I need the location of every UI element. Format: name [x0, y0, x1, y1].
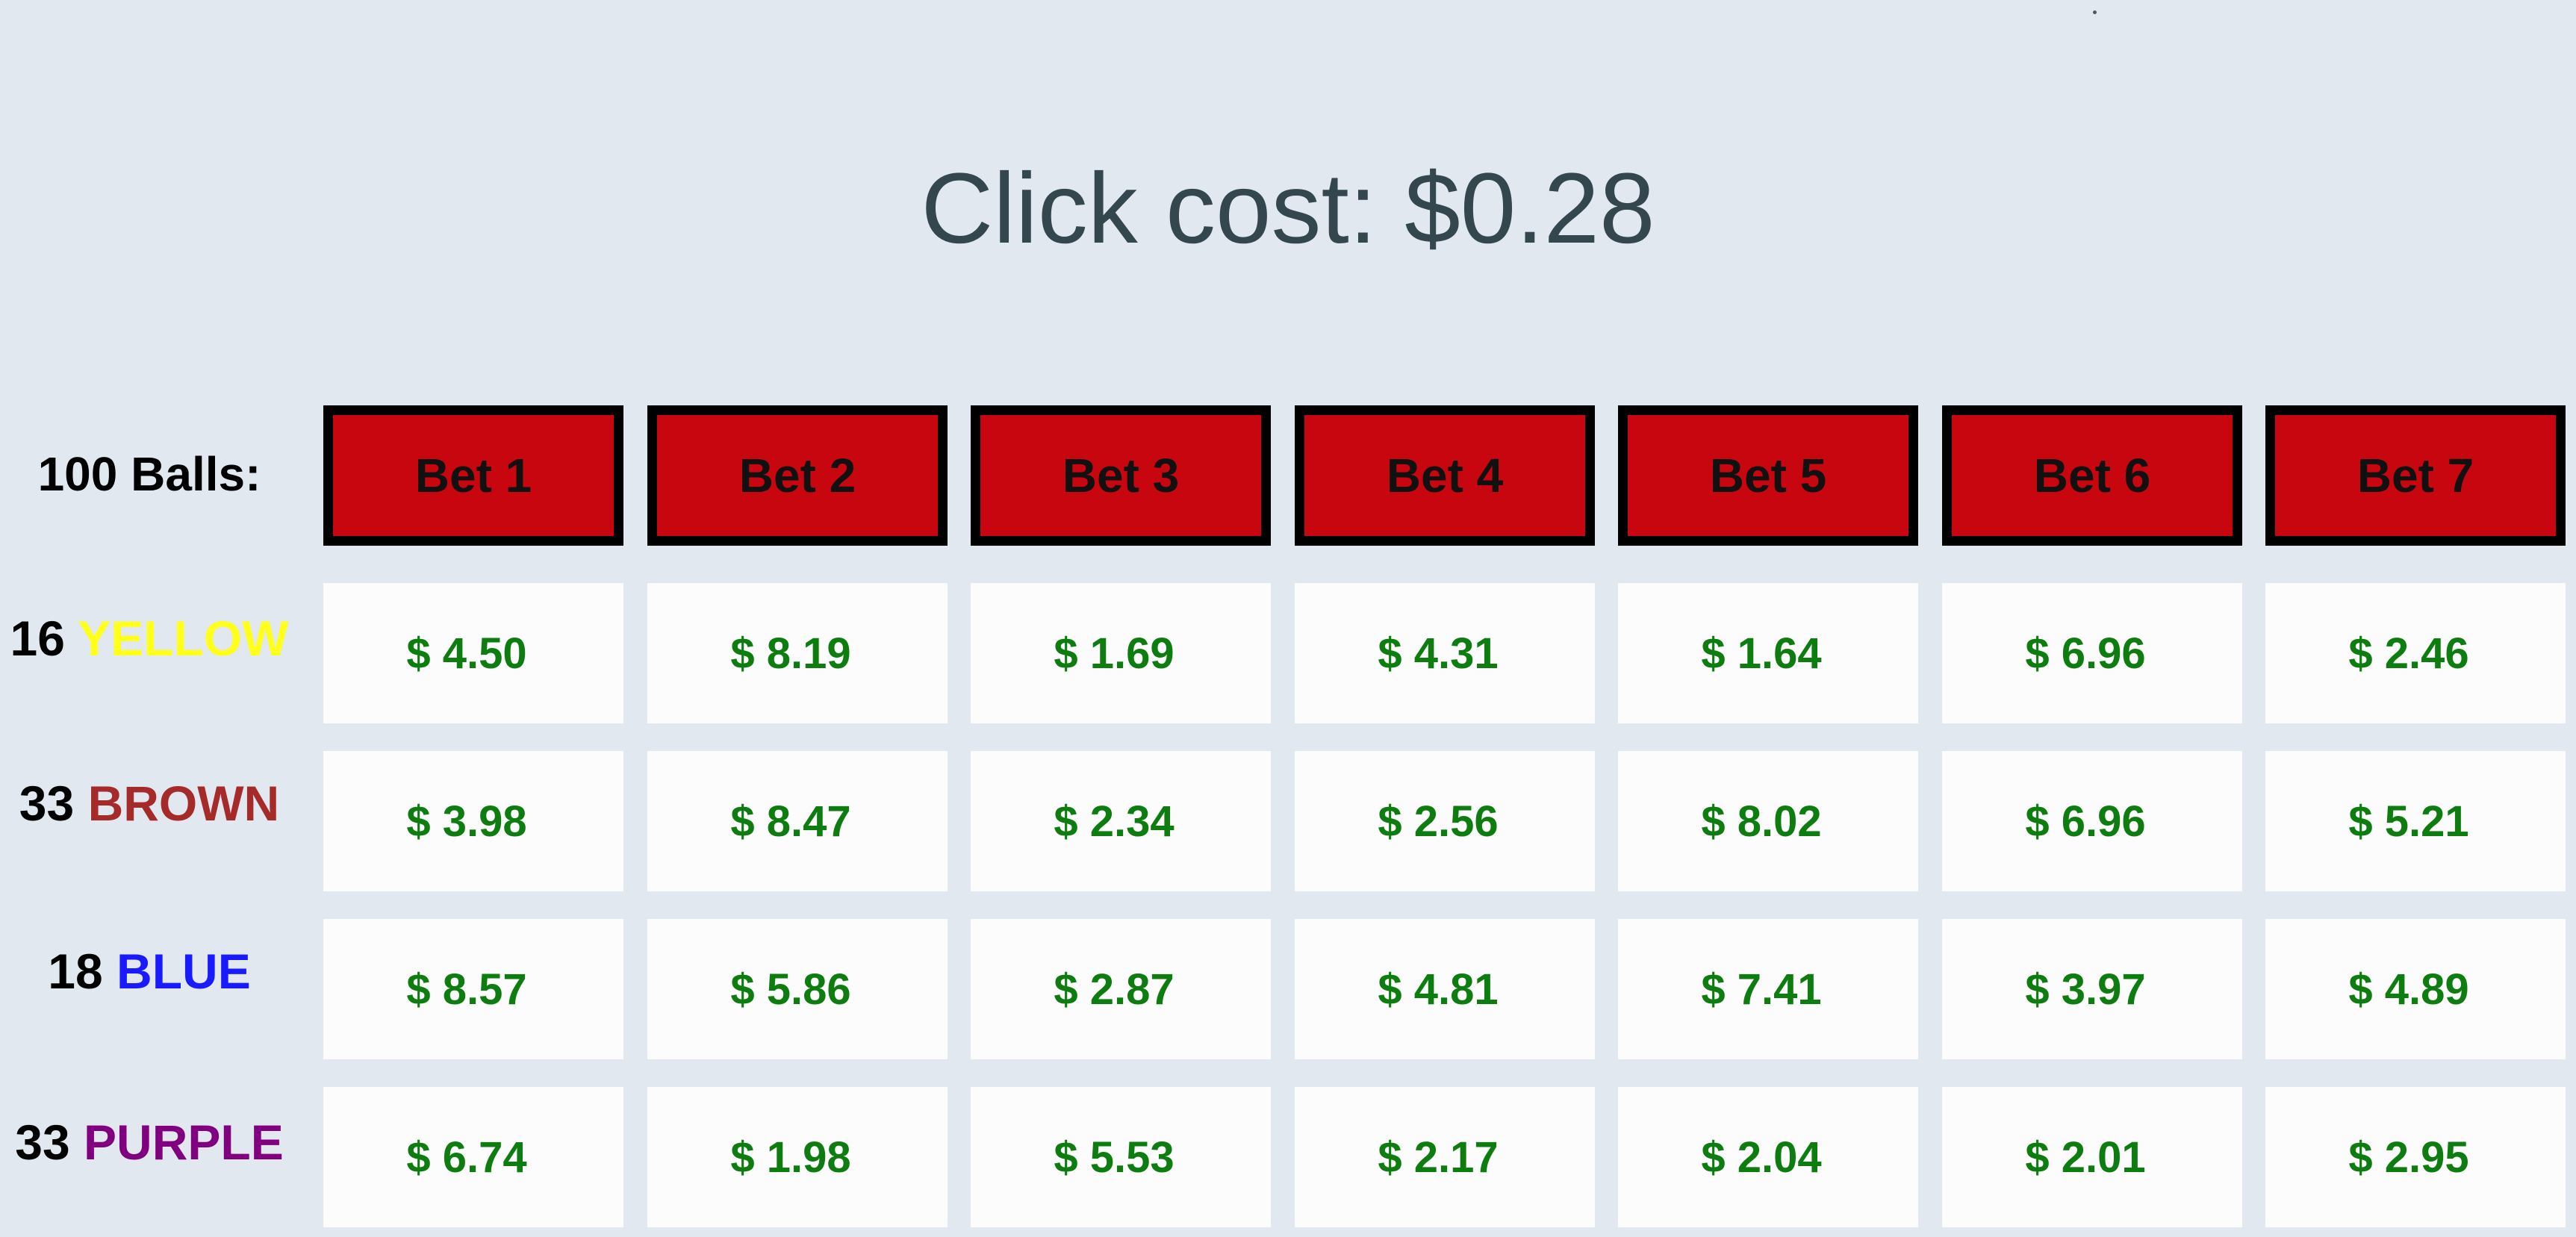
- payout-cell[interactable]: $ 3.98: [323, 751, 623, 891]
- payout-cell[interactable]: $ 2.56: [1295, 751, 1595, 891]
- row-label: 16 YELLOW: [0, 583, 299, 694]
- ball-color-name: BLUE: [116, 944, 251, 999]
- payout-cell[interactable]: $ 4.81: [1295, 919, 1595, 1059]
- payout-cell[interactable]: $ 8.47: [647, 751, 948, 891]
- payout-cell[interactable]: $ 2.87: [971, 919, 1271, 1059]
- ball-row-purple: 33 PURPLE $ 6.74 $ 1.98 $ 5.53 $ 2.17 $ 2.04 $…: [0, 1087, 2576, 1229]
- ball-count: 18: [48, 944, 103, 999]
- payout-cell[interactable]: $ 2.04: [1618, 1087, 1918, 1227]
- bet-6-button[interactable]: Bet 6: [1942, 405, 2242, 546]
- ball-color-name: BROWN: [87, 776, 280, 831]
- payout-cell[interactable]: $ 7.41: [1618, 919, 1918, 1059]
- row-label: 18 BLUE: [0, 919, 299, 1023]
- payout-cell[interactable]: $ 8.02: [1618, 751, 1918, 891]
- bet-3-button[interactable]: Bet 3: [971, 405, 1271, 546]
- ball-color-name: YELLOW: [78, 611, 289, 666]
- row-label: 33 PURPLE: [0, 1087, 299, 1197]
- ball-count: 16: [10, 611, 65, 666]
- ball-color-name: PURPLE: [84, 1115, 284, 1170]
- small-dot: [2093, 10, 2097, 14]
- payout-cell[interactable]: $ 8.57: [323, 919, 623, 1059]
- payout-cell[interactable]: $ 4.89: [2265, 919, 2566, 1059]
- ball-row-blue: 18 BLUE $ 8.57 $ 5.86 $ 2.87 $ 4.81 $ 7.41 $ 3…: [0, 919, 2576, 1061]
- header-row: 100 Balls: Bet 1 Bet 2 Bet 3 Bet 4 Bet 5…: [0, 405, 2576, 547]
- payout-cell[interactable]: $ 6.96: [1942, 751, 2242, 891]
- bet-4-button[interactable]: Bet 4: [1295, 405, 1595, 546]
- bet-2-button[interactable]: Bet 2: [647, 405, 948, 546]
- payout-cell[interactable]: $ 2.95: [2265, 1087, 2566, 1227]
- payout-cell[interactable]: $ 1.69: [971, 583, 1271, 723]
- ball-row-brown: 33 BROWN $ 3.98 $ 8.47 $ 2.34 $ 2.56 $ 8.02 $ …: [0, 751, 2576, 893]
- payout-cell[interactable]: $ 6.96: [1942, 583, 2242, 723]
- payout-cell[interactable]: $ 5.53: [971, 1087, 1271, 1227]
- payout-cell[interactable]: $ 4.31: [1295, 583, 1595, 723]
- ball-row-yellow: 16 YELLOW $ 4.50 $ 8.19 $ 1.69 $ 4.31 $ 1.64 $…: [0, 583, 2576, 725]
- page: Click cost: $0.28 100 Balls: Bet 1 Bet 2…: [0, 0, 2576, 1237]
- payout-cell[interactable]: $ 8.19: [647, 583, 948, 723]
- bet-5-button[interactable]: Bet 5: [1618, 405, 1918, 546]
- payout-cell[interactable]: $ 2.17: [1295, 1087, 1595, 1227]
- payout-cell[interactable]: $ 1.98: [647, 1087, 948, 1227]
- ball-count: 33: [15, 1115, 70, 1170]
- payout-cell[interactable]: $ 6.74: [323, 1087, 623, 1227]
- payout-cell[interactable]: $ 2.46: [2265, 583, 2566, 723]
- payout-cell[interactable]: $ 2.01: [1942, 1087, 2242, 1227]
- row-label: 33 BROWN: [0, 751, 299, 856]
- balls-label: 100 Balls:: [37, 447, 261, 501]
- payout-cell[interactable]: $ 1.64: [1618, 583, 1918, 723]
- bet-1-button[interactable]: Bet 1: [323, 405, 623, 546]
- click-cost-title: Click cost: $0.28: [921, 153, 1655, 264]
- payout-cell[interactable]: $ 2.34: [971, 751, 1271, 891]
- payout-cell[interactable]: $ 3.97: [1942, 919, 2242, 1059]
- payout-cell[interactable]: $ 5.86: [647, 919, 948, 1059]
- payout-cell[interactable]: $ 5.21: [2265, 751, 2566, 891]
- payout-cell[interactable]: $ 4.50: [323, 583, 623, 723]
- ball-count: 33: [19, 776, 75, 831]
- bet-7-button[interactable]: Bet 7: [2265, 405, 2566, 546]
